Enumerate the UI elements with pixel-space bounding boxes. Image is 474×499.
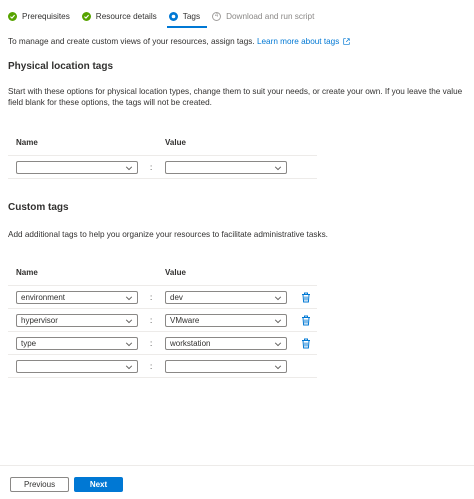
intro-text: To manage and create custom views of you…	[8, 37, 350, 46]
chevron-down-icon	[274, 166, 282, 171]
active-step-indicator	[167, 26, 207, 28]
external-link-icon	[342, 38, 350, 45]
current-step-icon	[168, 11, 178, 21]
dropdown-value: dev	[170, 293, 183, 302]
separator-colon: :	[150, 339, 153, 348]
divider	[8, 155, 317, 156]
custom-tags-heading: Custom tags	[8, 202, 69, 213]
divider	[8, 285, 317, 286]
custom-tag-value-dropdown[interactable]: VMware	[165, 314, 287, 327]
physical-name-header: Name	[16, 138, 38, 147]
chevron-down-icon	[125, 166, 133, 171]
check-circle-icon	[81, 11, 91, 21]
dropdown-value: hypervisor	[21, 316, 58, 325]
divider	[8, 354, 317, 355]
step-download-and-run-script[interactable]: 4 Download and run script	[212, 11, 315, 21]
chevron-down-icon	[125, 342, 133, 347]
step-label: Prerequisites	[22, 11, 70, 21]
physical-location-description: Start with these options for physical lo…	[8, 87, 463, 107]
custom-tag-name-dropdown[interactable]: type	[16, 337, 138, 350]
divider	[8, 308, 317, 309]
delete-icon[interactable]	[301, 315, 311, 326]
learn-more-link-label: Learn more about tags	[256, 37, 340, 46]
step-prerequisites[interactable]: Prerequisites	[8, 11, 70, 21]
custom-tag-value-dropdown[interactable]: dev	[165, 291, 287, 304]
divider	[8, 178, 317, 179]
chevron-down-icon	[125, 365, 133, 370]
custom-tag-name-dropdown[interactable]: hypervisor	[16, 314, 138, 327]
chevron-down-icon	[274, 342, 282, 347]
divider	[8, 377, 317, 378]
custom-tags-description: Add additional tags to help you organize…	[8, 230, 328, 239]
step-label: Tags	[182, 11, 201, 21]
separator-colon: :	[150, 293, 153, 302]
previous-button[interactable]: Previous	[10, 477, 69, 492]
physical-value-header: Value	[165, 138, 186, 147]
custom-value-header: Value	[165, 268, 186, 277]
footer-divider	[0, 465, 474, 466]
chevron-down-icon	[274, 296, 282, 301]
custom-tag-value-dropdown[interactable]	[165, 360, 287, 373]
custom-tag-value-dropdown[interactable]: workstation	[165, 337, 287, 350]
next-button[interactable]: Next	[74, 477, 123, 492]
chevron-down-icon	[274, 365, 282, 370]
dropdown-value: environment	[21, 293, 66, 302]
intro-description: To manage and create custom views of you…	[8, 37, 255, 46]
learn-more-link[interactable]: Learn more about tags	[257, 37, 350, 46]
chevron-down-icon	[125, 296, 133, 301]
divider	[8, 331, 317, 332]
chevron-down-icon	[274, 319, 282, 324]
dropdown-value: type	[21, 339, 37, 348]
step-label: Download and run script	[226, 11, 315, 21]
custom-name-header: Name	[16, 268, 38, 277]
physical-location-tags-heading: Physical location tags	[8, 61, 114, 72]
physical-tag-value-dropdown[interactable]	[165, 161, 287, 174]
dropdown-value: VMware	[170, 316, 200, 325]
step-label: Resource details	[95, 11, 157, 21]
delete-icon[interactable]	[301, 292, 311, 303]
separator-colon: :	[150, 362, 153, 371]
separator-colon: :	[150, 316, 153, 325]
step-number-icon: 4	[212, 11, 222, 21]
delete-icon[interactable]	[301, 338, 311, 349]
check-circle-icon	[8, 11, 17, 21]
step-tags[interactable]: Tags	[168, 11, 201, 21]
custom-tag-name-dropdown[interactable]: environment	[16, 291, 138, 304]
separator-colon: :	[150, 163, 153, 172]
chevron-down-icon	[125, 319, 133, 324]
step-resource-details[interactable]: Resource details	[81, 11, 157, 21]
dropdown-value: workstation	[170, 339, 211, 348]
custom-tag-name-dropdown[interactable]	[16, 360, 138, 373]
wizard-steps: Prerequisites Resource details Tags 4 Do…	[8, 9, 326, 23]
physical-tag-name-dropdown[interactable]	[16, 161, 138, 174]
